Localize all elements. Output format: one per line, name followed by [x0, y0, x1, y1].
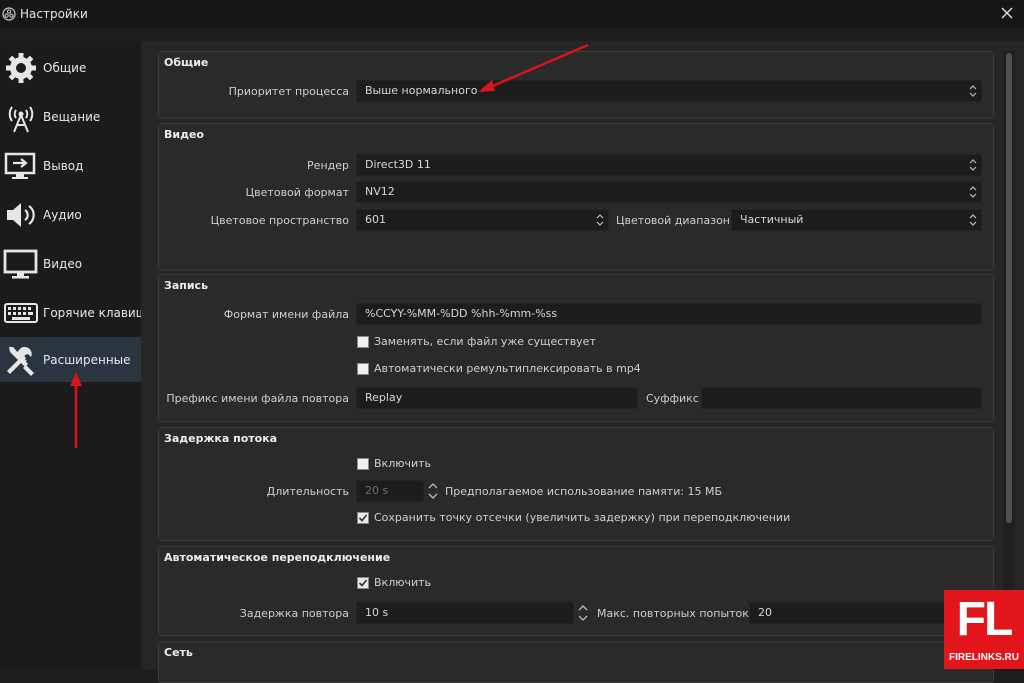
- group-title: Видео: [164, 128, 204, 141]
- antenna-icon: [8, 105, 34, 132]
- max-retries-value: 20: [758, 606, 772, 619]
- sidebar-item-label: Видео: [43, 256, 83, 271]
- priority-label: Приоритет процесса: [228, 85, 349, 98]
- color-range-label: Цветовой диапазон: [616, 214, 730, 227]
- filename-format-value: %CCYY-%MM-%DD %hh-%mm-%ss: [365, 307, 558, 320]
- duration-value: 20 s: [365, 484, 389, 497]
- output-icon: [4, 152, 36, 179]
- sidebar-item-label: Вещание: [43, 109, 101, 124]
- annotation-arrow-icon: [478, 43, 589, 92]
- settings-sidebar: Общие Вещание Вывод Аудио Видео Горячие …: [0, 41, 141, 669]
- preserve-cutoff-checkbox[interactable]: [357, 512, 369, 524]
- sidebar-item-output[interactable]: Вывод: [0, 143, 141, 188]
- reconnect-enable-checkbox[interactable]: [357, 577, 369, 589]
- group-recording: Запись Формат имени файла %CCYY-%MM-%DD …: [158, 274, 994, 422]
- filename-format-input[interactable]: %CCYY-%MM-%DD %hh-%mm-%ss: [356, 303, 982, 325]
- group-network: Сеть: [158, 641, 994, 683]
- color-space-value: 601: [365, 213, 386, 226]
- stream-delay-enable-label: Включить: [374, 457, 432, 470]
- overwrite-checkbox[interactable]: [357, 336, 369, 348]
- gear-icon: [6, 52, 36, 83]
- renderer-combo[interactable]: Direct3D 11: [356, 154, 982, 176]
- monitor-icon: [3, 249, 38, 278]
- sidebar-item-label: Вывод: [43, 158, 84, 173]
- vertical-scrollbar[interactable]: [1003, 51, 1015, 666]
- preserve-cutoff-label: Сохранить точку отсечки (увеличить задер…: [374, 511, 791, 524]
- suffix-label: Суффикс: [646, 392, 699, 405]
- filename-format-label: Формат имени файла: [223, 308, 349, 321]
- group-stream-delay: Задержка потока Включить Длительность 20…: [158, 427, 994, 541]
- memory-usage-text: Предполагаемое использование памяти: 15 …: [445, 485, 723, 498]
- checkmark-icon: [358, 579, 368, 587]
- duration-input[interactable]: 20 s: [356, 480, 424, 502]
- group-title: Общие: [164, 56, 209, 69]
- group-title: Сеть: [164, 646, 193, 659]
- color-space-combo[interactable]: 601: [356, 209, 609, 231]
- color-format-combo[interactable]: NV12: [356, 181, 982, 203]
- group-reconnect: Автоматическое переподключение Включить …: [158, 546, 994, 636]
- sidebar-item-label: Горячие клавиши: [43, 305, 141, 320]
- sidebar-item-video[interactable]: Видео: [0, 241, 141, 286]
- sidebar-item-label: Общие: [43, 60, 87, 75]
- combo-arrows-icon: [969, 186, 977, 198]
- group-title: Запись: [164, 279, 209, 292]
- overwrite-label: Заменять, если файл уже существует: [374, 335, 596, 348]
- suffix-input[interactable]: [701, 387, 982, 409]
- retry-delay-spin-icon[interactable]: [576, 602, 590, 624]
- replay-prefix-label: Префикс имени файла повтора: [166, 392, 349, 405]
- firelinks-logo: FL FIRELINKS.RU: [944, 590, 1024, 669]
- renderer-label: Рендер: [307, 159, 349, 172]
- settings-content: Общие Приоритет процесса Выше нормальног…: [141, 41, 1024, 683]
- sidebar-item-audio[interactable]: Аудио: [0, 192, 141, 237]
- close-icon[interactable]: [998, 4, 1016, 22]
- group-title: Автоматическое переподключение: [164, 551, 391, 564]
- sidebar-item-label: Расширенные: [43, 352, 131, 367]
- priority-combo[interactable]: Выше нормального: [356, 80, 982, 102]
- scrollbar-thumb[interactable]: [1006, 53, 1012, 523]
- group-title: Задержка потока: [164, 432, 278, 445]
- color-format-label: Цветовой формат: [245, 186, 349, 199]
- combo-arrows-icon: [969, 214, 977, 226]
- priority-value: Выше нормального: [365, 84, 478, 97]
- retry-delay-input[interactable]: 10 s: [356, 602, 574, 624]
- duration-label: Длительность: [266, 485, 349, 498]
- keyboard-icon: [4, 302, 38, 323]
- reconnect-enable-label: Включить: [374, 576, 432, 589]
- max-retries-label: Макс. повторных попыток: [597, 607, 749, 620]
- speaker-icon: [7, 202, 35, 227]
- checkmark-icon: [358, 514, 368, 522]
- color-space-label: Цветовое пространство: [210, 214, 349, 227]
- group-video: Видео Рендер Direct3D 11 Цветовой формат…: [158, 123, 994, 271]
- sidebar-item-hotkeys[interactable]: Горячие клавиши: [0, 290, 141, 335]
- combo-arrows-icon: [596, 214, 604, 226]
- color-range-combo[interactable]: Частичный: [731, 209, 982, 231]
- combo-arrows-icon: [969, 85, 977, 97]
- stream-delay-enable-checkbox[interactable]: [357, 458, 369, 470]
- retry-delay-label: Задержка повтора: [239, 607, 349, 620]
- replay-prefix-input[interactable]: Replay: [356, 387, 638, 409]
- sidebar-item-general[interactable]: Общие: [0, 45, 141, 90]
- logo-small-text: FIRELINKS.RU: [949, 652, 1019, 663]
- remux-checkbox[interactable]: [357, 363, 369, 375]
- color-range-value: Частичный: [740, 213, 804, 226]
- annotation-arrow-icon: [70, 372, 82, 448]
- sidebar-item-label: Аудио: [43, 207, 82, 222]
- replay-prefix-value: Replay: [365, 391, 403, 404]
- logo-big-text: FL: [956, 593, 1014, 646]
- renderer-value: Direct3D 11: [365, 158, 431, 171]
- combo-arrows-icon: [969, 159, 977, 171]
- window-title: Настройки: [20, 7, 88, 21]
- remux-label: Автоматически ремультиплексировать в mp4: [374, 362, 641, 375]
- sidebar-item-stream[interactable]: Вещание: [0, 94, 141, 139]
- obs-logo-icon: [2, 7, 16, 21]
- title-bar: Настройки: [0, 0, 1024, 28]
- color-format-value: NV12: [365, 185, 395, 198]
- duration-spin-icon[interactable]: [426, 480, 440, 502]
- retry-delay-value: 10 s: [365, 606, 389, 619]
- tools-icon: [7, 346, 34, 376]
